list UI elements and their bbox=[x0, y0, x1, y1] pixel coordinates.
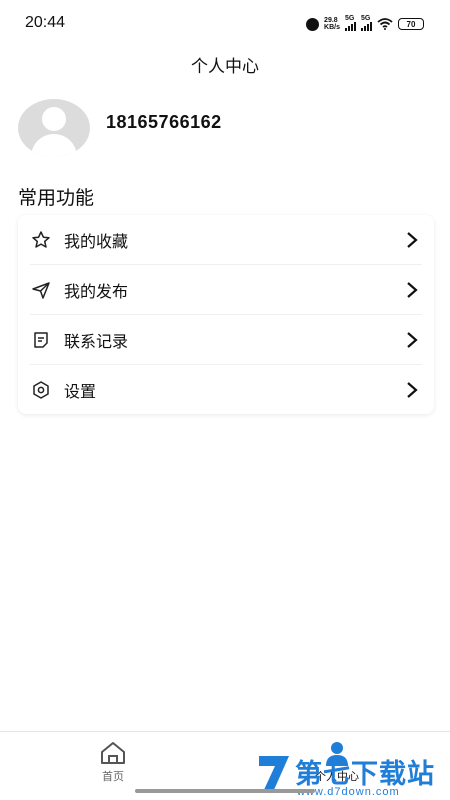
chevron-right-icon bbox=[407, 282, 418, 298]
settings-icon bbox=[31, 380, 51, 400]
status-bar: 20:44 29.8 KB/s 5G 5G 70 bbox=[0, 0, 450, 46]
home-indicator[interactable] bbox=[135, 789, 315, 793]
menu-item-label: 我的发布 bbox=[64, 281, 129, 301]
function-menu: 我的收藏 我的发布 联系记录 设置 bbox=[18, 215, 434, 414]
signal-sim2-icon: 5G bbox=[361, 15, 372, 31]
menu-item-label: 设置 bbox=[64, 382, 97, 401]
network-speed-unit: KB/s bbox=[324, 24, 340, 31]
page-title: 个人中心 bbox=[191, 57, 259, 77]
tab-home-label: 首页 bbox=[102, 770, 124, 783]
menu-item-favorites[interactable]: 我的收藏 bbox=[30, 215, 422, 265]
user-phone: 18165766162 bbox=[106, 112, 222, 132]
profile-header[interactable]: 18165766162 bbox=[18, 99, 438, 159]
network-speed-value: 29.8 bbox=[324, 17, 338, 24]
send-icon bbox=[31, 280, 51, 300]
network-speed: 29.8 KB/s bbox=[324, 17, 340, 31]
signal-sim1-label: 5G bbox=[345, 15, 355, 22]
home-icon bbox=[101, 742, 125, 764]
battery-icon: 70 bbox=[398, 18, 424, 30]
menu-item-label: 联系记录 bbox=[64, 331, 129, 351]
menu-item-posts[interactable]: 我的发布 bbox=[30, 265, 422, 315]
avatar[interactable] bbox=[18, 99, 90, 157]
star-icon bbox=[31, 230, 51, 250]
chevron-right-icon bbox=[407, 382, 418, 398]
tab-home[interactable]: 首页 bbox=[53, 738, 173, 788]
note-icon bbox=[31, 330, 51, 350]
menu-item-label: 我的收藏 bbox=[64, 231, 129, 251]
wifi-icon bbox=[377, 18, 393, 30]
alarm-icon bbox=[306, 17, 320, 31]
status-icons: 29.8 KB/s 5G 5G 70 bbox=[306, 15, 424, 32]
signal-sim2-label: 5G bbox=[361, 15, 371, 22]
chevron-right-icon bbox=[407, 232, 418, 248]
chevron-right-icon bbox=[407, 332, 418, 348]
menu-item-settings[interactable]: 设置 bbox=[30, 365, 422, 415]
signal-sim1-icon: 5G bbox=[345, 15, 356, 31]
menu-item-contact-history[interactable]: 联系记录 bbox=[30, 315, 422, 365]
section-title: 常用功能 bbox=[18, 187, 95, 209]
status-time: 20:44 bbox=[25, 14, 66, 31]
